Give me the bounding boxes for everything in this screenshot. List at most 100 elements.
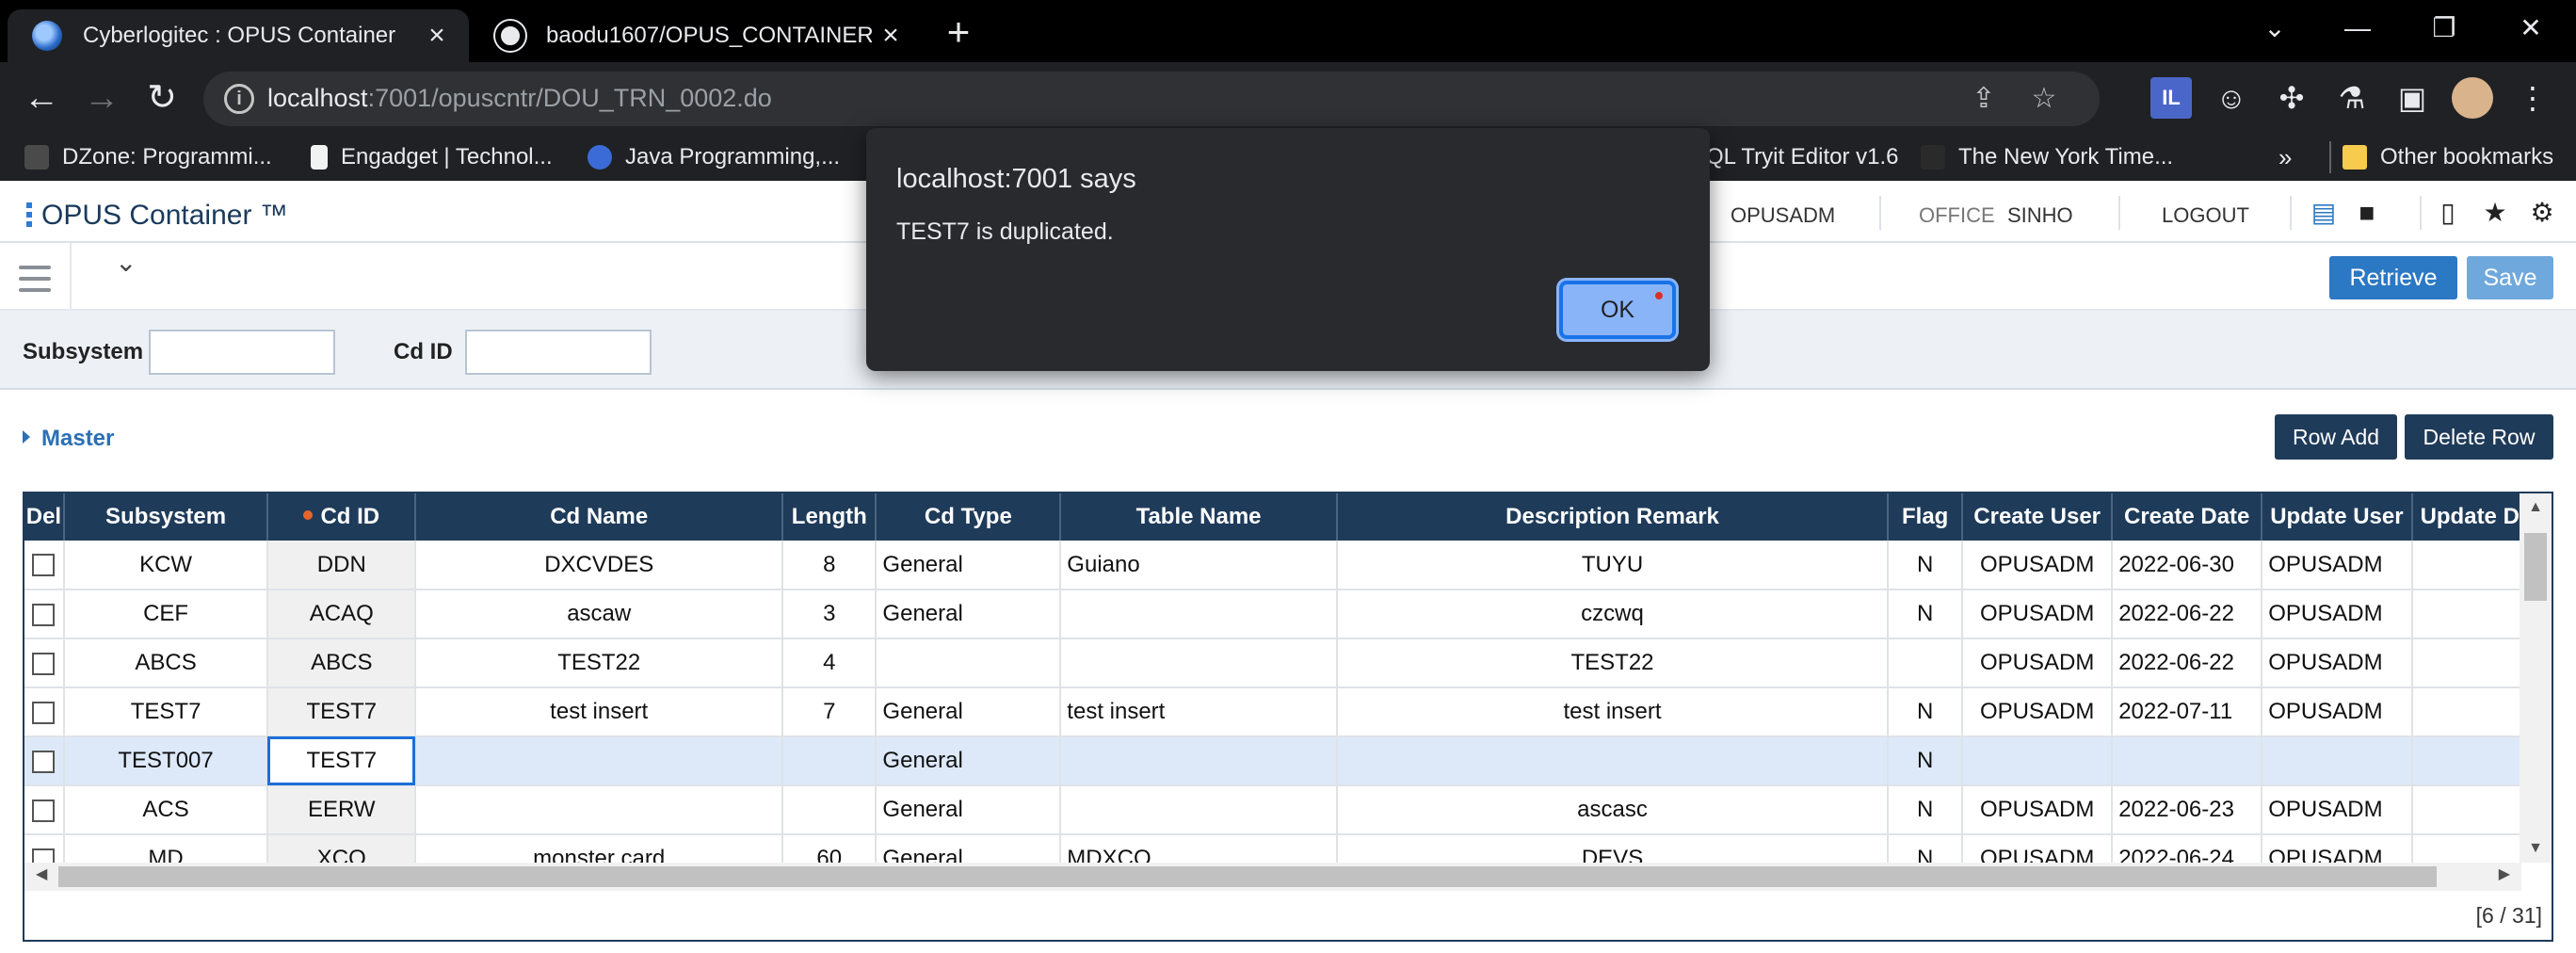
cell-table-name[interactable]: test insert bbox=[1060, 687, 1338, 737]
col-header[interactable]: Update User bbox=[2262, 493, 2413, 541]
cell-cd-id[interactable]: DDN bbox=[267, 541, 417, 590]
cell-length[interactable]: 3 bbox=[782, 590, 877, 639]
cell-cd-type[interactable]: General bbox=[876, 687, 1062, 737]
cell-flag[interactable]: N bbox=[1888, 687, 1964, 737]
delete-checkbox[interactable] bbox=[32, 750, 56, 773]
cell-update-date[interactable] bbox=[2411, 834, 2521, 863]
logout-link[interactable]: LOGOUT bbox=[2162, 203, 2249, 228]
bookmark-star-icon[interactable]: ☆ bbox=[2026, 81, 2062, 117]
cell-update-user[interactable]: OPUSADM bbox=[2262, 590, 2413, 639]
cell-cd-id[interactable]: ABCS bbox=[267, 638, 417, 688]
scroll-left-icon[interactable]: ◀ bbox=[36, 864, 47, 883]
cell-remark[interactable]: test insert bbox=[1336, 687, 1890, 737]
cell-cd-id[interactable]: XCQ bbox=[267, 834, 417, 863]
delete-checkbox-cell[interactable] bbox=[24, 736, 65, 786]
delete-checkbox-cell[interactable] bbox=[24, 834, 65, 863]
opus-logo[interactable]: OPUS Container ™ bbox=[26, 200, 288, 232]
col-header[interactable]: Flag bbox=[1888, 493, 1964, 541]
cell-create-date[interactable]: 2022-06-22 bbox=[2112, 638, 2263, 688]
cell-remark[interactable]: ascasc bbox=[1336, 785, 1890, 835]
new-tab-button[interactable]: + bbox=[940, 9, 977, 55]
cell-subsystem[interactable]: ACS bbox=[63, 785, 269, 835]
address-bar[interactable]: i localhost:7001/opuscntr/DOU_TRN_0002.d… bbox=[203, 72, 2100, 126]
cell-update-user[interactable]: OPUSADM bbox=[2262, 687, 2413, 737]
scroll-thumb[interactable] bbox=[58, 866, 2437, 887]
bookmark-java-programming[interactable]: Java Programming,... bbox=[588, 141, 840, 173]
col-header[interactable]: Cd Type bbox=[876, 493, 1062, 541]
cell-update-date[interactable] bbox=[2411, 785, 2521, 835]
cell-flag[interactable]: N bbox=[1888, 541, 1964, 590]
cell-subsystem[interactable]: CEF bbox=[63, 590, 269, 639]
scroll-down-icon[interactable]: ▼ bbox=[2520, 840, 2552, 857]
col-header[interactable]: Update D bbox=[2411, 493, 2521, 541]
ok-button[interactable]: OK bbox=[1559, 281, 1676, 339]
delete-checkbox[interactable] bbox=[32, 652, 56, 675]
delete-checkbox[interactable] bbox=[32, 799, 56, 822]
cell-length[interactable] bbox=[782, 785, 877, 835]
forward-arrow-icon[interactable]: → bbox=[77, 73, 126, 122]
close-tab-icon[interactable]: × bbox=[872, 20, 910, 52]
cell-update-date[interactable] bbox=[2411, 590, 2521, 639]
delete-checkbox-cell[interactable] bbox=[24, 687, 65, 737]
other-bookmarks[interactable]: Other bookmarks bbox=[2343, 141, 2553, 173]
table-row[interactable]: ABCS ABCS TEST22 4 TEST22 OPUSADM 2022-06-22 OP… bbox=[24, 638, 2521, 688]
cell-cd-id[interactable]: TEST7 bbox=[267, 687, 417, 737]
delete-row-button[interactable]: Delete Row bbox=[2405, 414, 2553, 460]
document-icon[interactable]: ▯ bbox=[2433, 198, 2463, 228]
cell-cd-id[interactable]: ACAQ bbox=[267, 590, 417, 639]
cell-cd-id[interactable]: EERW bbox=[267, 785, 417, 835]
cell-cd-name[interactable]: DXCVDES bbox=[415, 541, 784, 590]
cell-cd-name[interactable]: ascaw bbox=[415, 590, 784, 639]
cell-create-date[interactable]: 2022-06-24 bbox=[2112, 834, 2263, 863]
tab-search-icon[interactable]: ⌄ bbox=[2233, 0, 2316, 57]
back-arrow-icon[interactable]: ← bbox=[17, 73, 66, 122]
table-row[interactable]: TEST007 TEST7 General N bbox=[24, 736, 2521, 786]
col-header[interactable]: Subsystem bbox=[63, 493, 269, 541]
cell-flag[interactable]: N bbox=[1888, 590, 1964, 639]
cell-cd-name[interactable] bbox=[415, 785, 784, 835]
cell-cd-name[interactable]: TEST22 bbox=[415, 638, 784, 688]
extension-avatar-icon[interactable]: ☺ bbox=[2211, 77, 2252, 119]
scroll-right-icon[interactable]: ▶ bbox=[2499, 864, 2510, 883]
cell-length[interactable]: 4 bbox=[782, 638, 877, 688]
subsystem-input[interactable] bbox=[149, 330, 335, 375]
cell-create-date[interactable]: 2022-06-23 bbox=[2112, 785, 2263, 835]
bookmarks-overflow-icon[interactable]: » bbox=[2278, 141, 2292, 173]
cell-update-date[interactable] bbox=[2411, 541, 2521, 590]
cell-subsystem[interactable]: ABCS bbox=[63, 638, 269, 688]
row-add-button[interactable]: Row Add bbox=[2275, 414, 2397, 460]
bookmark-engadget[interactable]: Engadget | Technol... bbox=[311, 141, 553, 173]
chevron-down-icon[interactable]: ⌄ bbox=[115, 247, 137, 278]
retrieve-button[interactable]: Retrieve bbox=[2329, 256, 2457, 299]
close-window-icon[interactable]: ✕ bbox=[2489, 0, 2572, 57]
cell-remark[interactable] bbox=[1336, 736, 1890, 786]
cell-table-name[interactable] bbox=[1060, 638, 1338, 688]
horizontal-scrollbar[interactable]: ◀ ▶ bbox=[24, 863, 2521, 891]
cell-cd-type[interactable] bbox=[876, 638, 1062, 688]
cell-update-user[interactable]: OPUSADM bbox=[2262, 785, 2413, 835]
close-tab-icon[interactable]: × bbox=[418, 20, 456, 52]
cell-subsystem[interactable]: TEST7 bbox=[63, 687, 269, 737]
col-header[interactable]: Create User bbox=[1962, 493, 2114, 541]
col-header[interactable]: Description Remark bbox=[1336, 493, 1890, 541]
table-row[interactable]: KCW DDN DXCVDES 8 General Guiano TUYU N OPUSADM 2… bbox=[24, 541, 2521, 590]
cell-table-name[interactable]: MDXCQ bbox=[1060, 834, 1338, 863]
cell-create-user[interactable]: OPUSADM bbox=[1962, 834, 2114, 863]
bookmark-dzone[interactable]: DZone: Programmi... bbox=[24, 141, 272, 173]
scroll-up-icon[interactable]: ▲ bbox=[2520, 499, 2552, 516]
bookmark-nytimes[interactable]: The New York Time... bbox=[1921, 141, 2173, 173]
profile-avatar[interactable] bbox=[2452, 77, 2493, 119]
cell-cd-name[interactable]: test insert bbox=[415, 687, 784, 737]
reload-icon[interactable]: ↻ bbox=[137, 73, 186, 122]
save-button[interactable]: Save bbox=[2467, 256, 2553, 299]
vertical-scrollbar[interactable]: ▲ ▼ bbox=[2520, 493, 2552, 863]
delete-checkbox-cell[interactable] bbox=[24, 541, 65, 590]
cell-remark[interactable]: TUYU bbox=[1336, 541, 1890, 590]
cell-remark[interactable]: czcwq bbox=[1336, 590, 1890, 639]
cell-cd-type[interactable]: General bbox=[876, 736, 1062, 786]
cell-subsystem[interactable]: KCW bbox=[63, 541, 269, 590]
delete-checkbox[interactable] bbox=[32, 701, 56, 724]
cell-flag[interactable]: N bbox=[1888, 736, 1964, 786]
extensions-puzzle-icon[interactable]: ✣ bbox=[2271, 77, 2312, 119]
tab-opus-container[interactable]: Cyberlogitec : OPUS Container × bbox=[8, 9, 469, 62]
